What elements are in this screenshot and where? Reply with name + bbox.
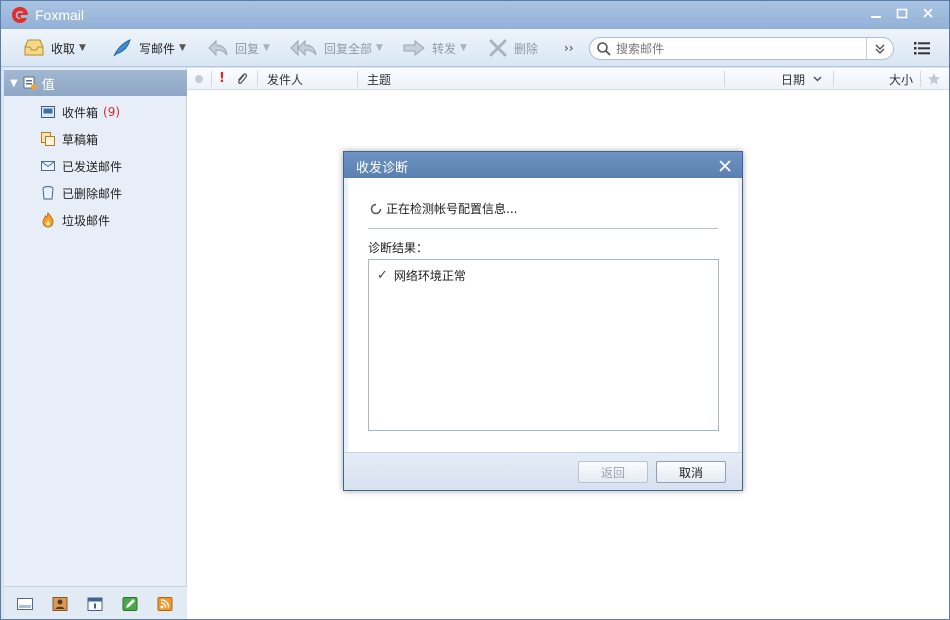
read-status-dot-icon[interactable] bbox=[194, 74, 204, 84]
chevron-down-icon[interactable]: ▼ bbox=[263, 43, 270, 53]
folder-deleted[interactable]: 已删除邮件 bbox=[40, 183, 122, 203]
result-list[interactable]: ✓ 网络环境正常 bbox=[368, 259, 719, 431]
diagnosis-dialog: 收发诊断 正在检测帐号配置信息... 诊断结果： ✓ 网络环境正常 返回 取消 bbox=[343, 151, 743, 491]
check-mark-icon: ✓ bbox=[377, 268, 388, 283]
folder-drafts[interactable]: 草稿箱 bbox=[40, 129, 98, 149]
inbox-icon bbox=[41, 106, 55, 118]
date-column-header[interactable]: 日期 bbox=[781, 71, 805, 88]
compose-label: 写邮件 bbox=[139, 41, 176, 56]
quill-pen-icon bbox=[113, 39, 131, 57]
minimize-button[interactable] bbox=[864, 6, 888, 24]
delete-button[interactable]: 删除 bbox=[488, 37, 538, 59]
loading-spinner-icon bbox=[370, 203, 382, 214]
account-row[interactable]: ▼ 值 bbox=[4, 70, 187, 96]
contacts-icon[interactable] bbox=[51, 596, 69, 612]
search-options-button[interactable] bbox=[866, 38, 893, 59]
junk-fire-icon bbox=[42, 212, 54, 228]
close-icon bbox=[719, 160, 731, 172]
attachment-paperclip-icon[interactable] bbox=[235, 72, 249, 86]
reply-all-label: 回复全部 bbox=[324, 41, 373, 56]
folder-label: 已发送邮件 bbox=[62, 159, 123, 174]
more-tools-button[interactable]: ›› bbox=[564, 41, 574, 55]
compose-button[interactable]: 写邮件 ▼ bbox=[111, 37, 186, 59]
dialog-footer: 返回 取消 bbox=[344, 452, 742, 490]
folder-label: 垃圾邮件 bbox=[62, 213, 111, 228]
subject-column-header[interactable]: 主题 bbox=[367, 71, 391, 88]
window-title: Foxmail bbox=[35, 7, 85, 23]
inbox-tray-icon bbox=[24, 39, 44, 56]
dialog-title: 收发诊断 bbox=[356, 161, 409, 176]
folder-label: 草稿箱 bbox=[62, 132, 99, 147]
result-text: 网络环境正常 bbox=[393, 269, 466, 283]
size-column-header[interactable]: 大小 bbox=[889, 71, 913, 88]
status-line: 正在检测帐号配置信息... bbox=[370, 200, 517, 217]
folder-inbox[interactable]: 收件箱 (9) bbox=[40, 102, 120, 122]
mail-view-icon[interactable] bbox=[16, 596, 34, 612]
cancel-button[interactable]: 取消 bbox=[656, 461, 726, 483]
dialog-close-button[interactable] bbox=[718, 155, 732, 177]
back-button[interactable]: 返回 bbox=[578, 461, 648, 483]
delete-x-icon bbox=[489, 39, 507, 57]
notes-pencil-icon[interactable] bbox=[121, 596, 139, 612]
app-window: Foxmail 收取 ▼ 写邮件 ▼ 回复 ▼ 回复全部 ▼ 转发 ▼ 删除 ›… bbox=[0, 0, 950, 620]
reply-arrow-icon bbox=[208, 39, 228, 57]
folder-sidebar: ▼ 值 收件箱 (9) 草稿箱 已发送邮件 已删除邮件 垃圾邮件 bbox=[4, 68, 187, 619]
result-item: ✓ 网络环境正常 bbox=[377, 267, 466, 284]
dialog-body: 正在检测帐号配置信息... 诊断结果： ✓ 网络环境正常 bbox=[348, 178, 738, 452]
calendar-icon[interactable] bbox=[86, 596, 104, 612]
chevron-down-icon[interactable]: ▼ bbox=[376, 43, 383, 53]
chevron-down-icon[interactable]: ▼ bbox=[460, 43, 467, 53]
chevron-down-icon[interactable]: ▼ bbox=[179, 43, 186, 53]
folder-junk[interactable]: 垃圾邮件 bbox=[40, 210, 110, 230]
forward-label: 转发 bbox=[432, 41, 457, 56]
close-icon bbox=[923, 8, 933, 18]
reply-label: 回复 bbox=[235, 41, 260, 56]
title-bar[interactable]: Foxmail bbox=[1, 1, 949, 29]
rss-feed-icon[interactable] bbox=[156, 596, 174, 612]
double-chevron-down-icon bbox=[875, 44, 885, 54]
forward-button[interactable]: 转发 ▼ bbox=[402, 37, 467, 59]
reply-button[interactable]: 回复 ▼ bbox=[207, 37, 270, 59]
chevron-down-icon[interactable]: ▼ bbox=[79, 43, 86, 53]
foxmail-logo-icon bbox=[12, 7, 28, 23]
drafts-icon bbox=[41, 132, 55, 146]
result-label: 诊断结果： bbox=[368, 241, 429, 255]
status-text: 正在检测帐号配置信息... bbox=[386, 202, 518, 216]
forward-arrow-icon bbox=[403, 39, 425, 57]
folder-sent[interactable]: 已发送邮件 bbox=[40, 156, 122, 176]
main-menu-button[interactable] bbox=[913, 40, 931, 59]
folder-label: 已删除邮件 bbox=[62, 186, 123, 201]
expand-triangle-icon[interactable]: ▼ bbox=[10, 78, 18, 89]
dialog-title-bar[interactable]: 收发诊断 bbox=[344, 152, 742, 178]
mail-list-header: ! 发件人 主题 日期 大小 bbox=[187, 68, 949, 90]
sort-chevron-down-icon[interactable] bbox=[813, 75, 822, 83]
close-window-button[interactable] bbox=[916, 6, 940, 24]
account-name: 值 bbox=[41, 77, 55, 93]
sender-column-header[interactable]: 发件人 bbox=[267, 71, 303, 88]
sent-mail-icon bbox=[41, 161, 55, 171]
folder-label: 收件箱 bbox=[62, 105, 99, 120]
receive-button[interactable]: 收取 ▼ bbox=[23, 37, 86, 59]
list-menu-icon bbox=[914, 42, 930, 55]
reply-all-button[interactable]: 回复全部 ▼ bbox=[290, 37, 383, 59]
trash-can-icon bbox=[42, 186, 54, 200]
search-box[interactable] bbox=[589, 37, 894, 60]
divider bbox=[368, 228, 718, 229]
toolbar: 收取 ▼ 写邮件 ▼ 回复 ▼ 回复全部 ▼ 转发 ▼ 删除 ›› 搜索邮件 bbox=[1, 29, 949, 67]
search-input[interactable] bbox=[616, 40, 861, 57]
account-icon bbox=[23, 76, 37, 90]
maximize-icon bbox=[896, 8, 908, 19]
maximize-button[interactable] bbox=[890, 6, 914, 24]
search-icon bbox=[597, 42, 611, 56]
delete-label: 删除 bbox=[514, 41, 539, 56]
receive-label: 收取 bbox=[51, 41, 76, 56]
unread-count-badge: (9) bbox=[103, 105, 121, 119]
reply-all-arrow-icon bbox=[290, 39, 317, 57]
minimize-icon bbox=[871, 16, 881, 18]
priority-flag-icon[interactable]: ! bbox=[219, 71, 225, 86]
star-icon[interactable] bbox=[927, 72, 941, 86]
sidebar-bottom-bar bbox=[4, 586, 187, 619]
